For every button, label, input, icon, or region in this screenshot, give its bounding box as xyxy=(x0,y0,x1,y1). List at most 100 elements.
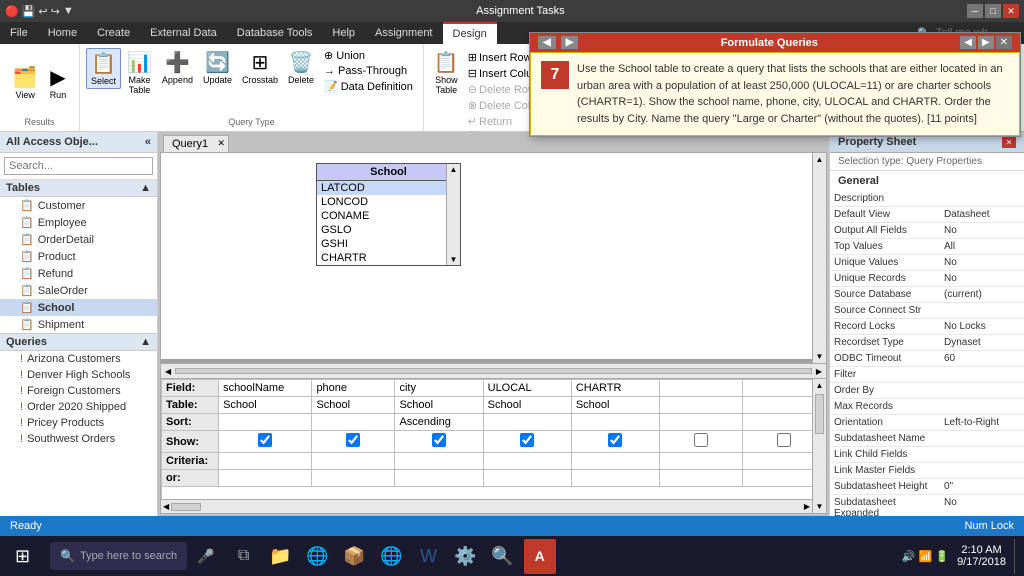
taskbar-mic-icon[interactable]: 🎤 xyxy=(192,548,219,565)
table-orderdetail[interactable]: 📋 OrderDetail xyxy=(0,231,157,248)
grid-sort-city[interactable]: Ascending xyxy=(395,414,483,431)
nav-search-input[interactable] xyxy=(4,157,153,175)
table-field-chartr[interactable]: CHARTR xyxy=(317,251,460,265)
prop-row-subdatasheet-expanded[interactable]: Subdatasheet Expanded No xyxy=(830,495,1024,516)
query-foreign-customers[interactable]: ! Foreign Customers xyxy=(0,383,157,399)
tab-external-data[interactable]: External Data xyxy=(140,22,227,44)
table-customer[interactable]: 📋 Customer xyxy=(0,197,157,214)
grid-show-phone[interactable] xyxy=(312,431,395,453)
grid-field-ulocal[interactable]: ULOCAL xyxy=(483,380,571,397)
table-field-loncod[interactable]: LONCOD xyxy=(317,195,460,209)
grid-criteria-2[interactable] xyxy=(312,453,395,470)
taskbar-icon-chrome[interactable]: 🌐 xyxy=(376,539,408,574)
grid-or-1[interactable] xyxy=(219,470,312,487)
quick-access-save[interactable]: 💾 xyxy=(22,5,36,18)
pass-through-btn[interactable]: → Pass-Through xyxy=(320,64,417,78)
query-southwest-orders[interactable]: ! Southwest Orders xyxy=(0,431,157,447)
grid-criteria-4[interactable] xyxy=(483,453,571,470)
grid-sort-chartr[interactable] xyxy=(571,414,659,431)
grid-field-city[interactable]: city xyxy=(395,380,483,397)
crosstab-btn[interactable]: ⊞ Crosstab xyxy=(238,48,282,87)
query-order-2020-shipped[interactable]: ! Order 2020 Shipped xyxy=(0,399,157,415)
grid-or-2[interactable] xyxy=(312,470,395,487)
tab-database-tools[interactable]: Database Tools xyxy=(227,22,323,44)
table-field-gshi[interactable]: GSHI xyxy=(317,237,460,251)
grid-table-6[interactable] xyxy=(660,397,743,414)
tab-file[interactable]: File xyxy=(0,22,38,44)
grid-criteria-6[interactable] xyxy=(660,453,743,470)
taskbar-icon-access[interactable]: A xyxy=(524,539,556,574)
table-field-latcod[interactable]: LATCOD xyxy=(317,181,460,195)
show-desktop-btn[interactable] xyxy=(1014,539,1019,574)
query-pricey-products[interactable]: ! Pricey Products xyxy=(0,415,157,431)
tab-assignment[interactable]: Assignment xyxy=(365,22,442,44)
query-arizona-customers[interactable]: ! Arizona Customers xyxy=(0,351,157,367)
grid-criteria-5[interactable] xyxy=(571,453,659,470)
taskbar-search-box[interactable]: 🔍 Type here to search xyxy=(50,542,187,570)
table-product[interactable]: 📋 Product xyxy=(0,248,157,265)
grid-show-ulocal[interactable] xyxy=(483,431,571,453)
diagram-scroll-down[interactable]: ▼ xyxy=(813,350,826,363)
taskbar-icon-word[interactable]: W xyxy=(413,539,445,574)
update-btn[interactable]: 🔄 Update xyxy=(199,48,236,87)
grid-table-ulocal[interactable]: School xyxy=(483,397,571,414)
prop-row-link-master[interactable]: Link Master Fields xyxy=(830,463,1024,479)
prop-row-output-all[interactable]: Output All Fields No xyxy=(830,223,1024,239)
taskbar-icon-taskview[interactable]: ⧉ xyxy=(228,539,260,574)
quick-access-undo[interactable]: ↩ xyxy=(38,5,47,18)
data-definition-btn[interactable]: 📝 Data Definition xyxy=(320,79,417,94)
formulate-close-btn[interactable]: ✕ xyxy=(996,36,1012,49)
taskbar-icon-settings[interactable]: ⚙️ xyxy=(450,539,482,574)
prop-row-default-view[interactable]: Default View Datasheet xyxy=(830,207,1024,223)
grid-show-schoolname[interactable] xyxy=(219,431,312,453)
prop-row-source-connect[interactable]: Source Connect Str xyxy=(830,303,1024,319)
query-denver-high-schools[interactable]: ! Denver High Schools xyxy=(0,367,157,383)
grid-table-chartr[interactable]: School xyxy=(571,397,659,414)
h-scroll-right[interactable]: ▶ xyxy=(814,365,824,378)
taskbar-icon-search2[interactable]: 🔍 xyxy=(487,539,519,574)
h-scroll-left[interactable]: ◀ xyxy=(163,365,173,378)
prop-row-recordset-type[interactable]: Recordset Type Dynaset xyxy=(830,335,1024,351)
table-saleorder[interactable]: 📋 SaleOrder xyxy=(0,282,157,299)
start-btn[interactable]: ⊞ xyxy=(0,536,45,576)
prop-row-orientation[interactable]: Orientation Left-to-Right xyxy=(830,415,1024,431)
quick-access-more[interactable]: ▼ xyxy=(63,5,74,17)
table-employee[interactable]: 📋 Employee xyxy=(0,214,157,231)
append-btn[interactable]: ➕ Append xyxy=(158,48,197,87)
prop-row-top-values[interactable]: Top Values All xyxy=(830,239,1024,255)
prop-row-subdatasheet-height[interactable]: Subdatasheet Height 0" xyxy=(830,479,1024,495)
taskbar-icon-amazon[interactable]: 📦 xyxy=(339,539,371,574)
grid-h-scroll-right[interactable]: ▶ xyxy=(802,500,812,513)
grid-sort-schoolname[interactable] xyxy=(219,414,312,431)
prop-row-record-locks[interactable]: Record Locks No Locks xyxy=(830,319,1024,335)
view-btn[interactable]: 🗂️ View xyxy=(9,63,42,102)
make-table-btn[interactable]: 📊 MakeTable xyxy=(123,48,156,97)
grid-v-scroll-up[interactable]: ▲ xyxy=(813,379,826,392)
formulate-nav-prev[interactable]: ◀ xyxy=(538,36,556,49)
formulate-nav-arrows-right[interactable]: ▶ xyxy=(978,36,994,49)
query-tab[interactable]: Query1 ✕ xyxy=(163,135,229,152)
tab-home[interactable]: Home xyxy=(38,22,87,44)
grid-table-city[interactable]: School xyxy=(395,397,483,414)
table-field-coname[interactable]: CONAME xyxy=(317,209,460,223)
union-btn[interactable]: ⊕ Union xyxy=(320,48,417,63)
diagram-scroll-up[interactable]: ▲ xyxy=(813,153,826,166)
grid-field-chartr[interactable]: CHARTR xyxy=(571,380,659,397)
taskbar-icon-browser[interactable]: 🌐 xyxy=(302,539,334,574)
grid-criteria-3[interactable] xyxy=(395,453,483,470)
tab-help[interactable]: Help xyxy=(322,22,365,44)
grid-v-scroll-down[interactable]: ▼ xyxy=(813,500,826,513)
grid-or-6[interactable] xyxy=(660,470,743,487)
table-refund[interactable]: 📋 Refund xyxy=(0,265,157,282)
tab-create[interactable]: Create xyxy=(87,22,140,44)
prop-row-max-records[interactable]: Max Records xyxy=(830,399,1024,415)
grid-sort-phone[interactable] xyxy=(312,414,395,431)
grid-h-scroll-left[interactable]: ◀ xyxy=(161,500,171,513)
formulate-nav-next[interactable]: ▶ xyxy=(561,36,579,49)
grid-table-phone[interactable]: School xyxy=(312,397,395,414)
tab-design[interactable]: Design xyxy=(443,22,497,44)
minimize-btn[interactable]: ─ xyxy=(967,4,983,18)
maximize-btn[interactable]: □ xyxy=(985,4,1001,18)
grid-or-5[interactable] xyxy=(571,470,659,487)
select-btn[interactable]: 📋 Select xyxy=(86,48,121,89)
